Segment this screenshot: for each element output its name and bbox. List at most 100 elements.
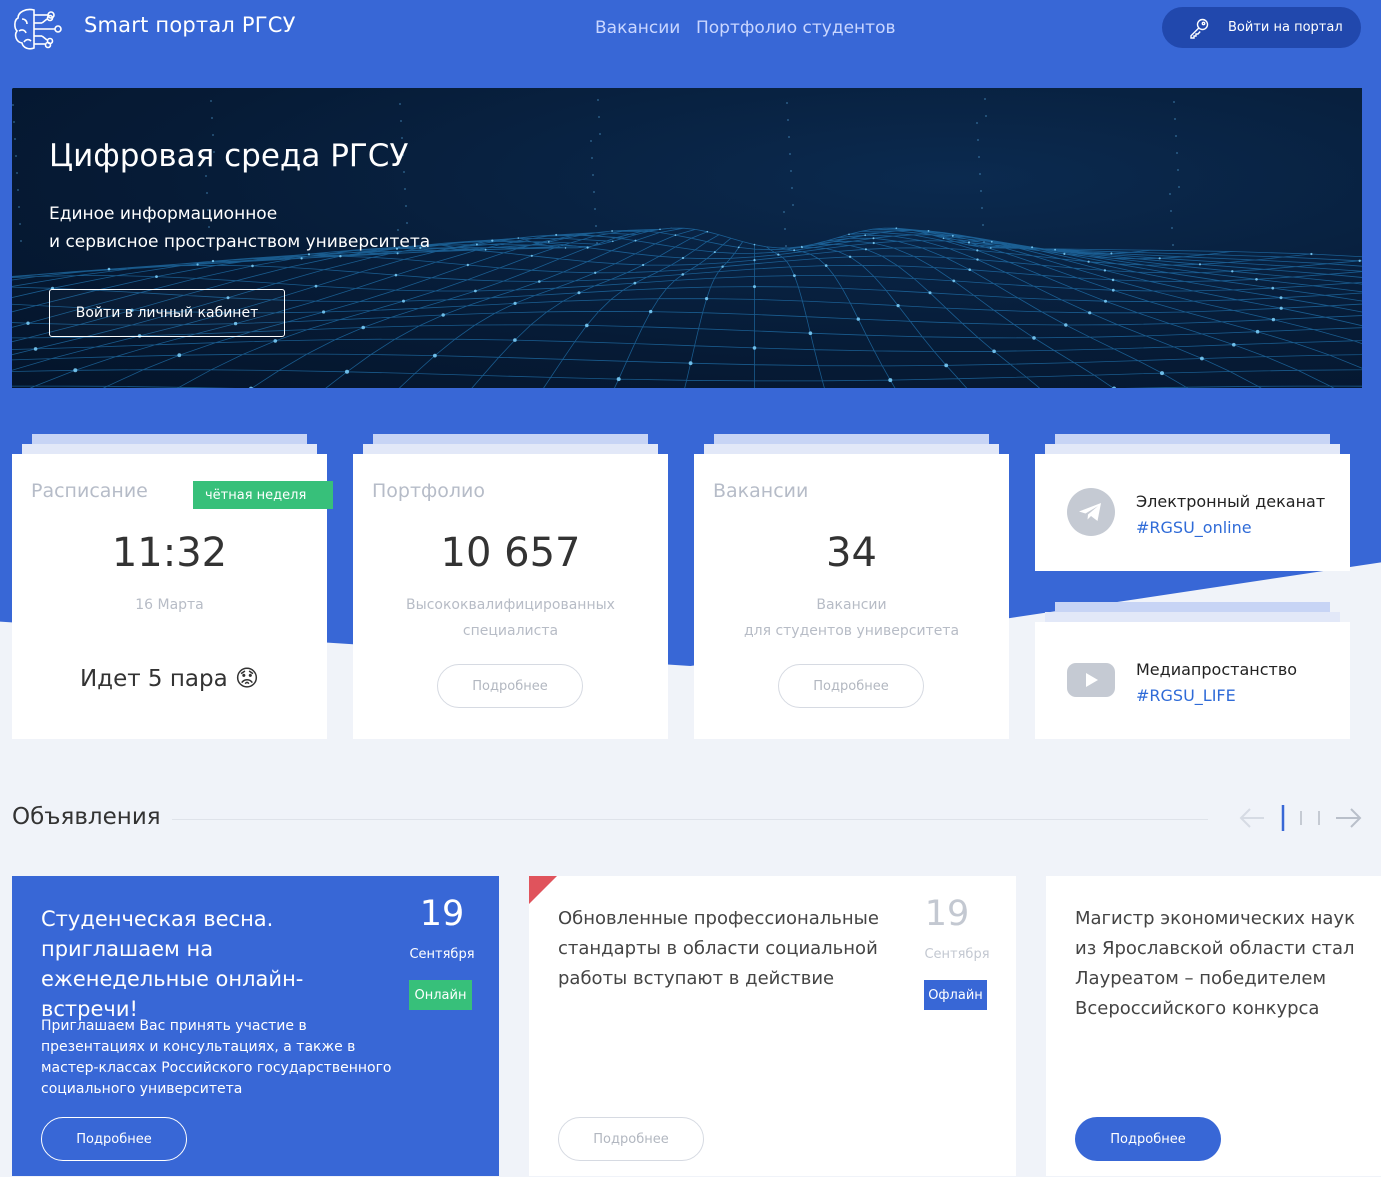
mesh-node xyxy=(484,248,487,251)
mesh-node xyxy=(441,313,445,317)
vacancies-card[interactable]: Вакансии 34 Вакансии для студентов униве… xyxy=(694,454,1009,739)
star-particle xyxy=(593,191,595,193)
announcement-card[interactable]: Магистр экономических наук из Ярославско… xyxy=(1046,876,1381,1176)
mesh-node xyxy=(196,263,199,266)
mesh-node xyxy=(466,263,469,267)
star-particle xyxy=(590,140,592,142)
arrow-left-icon[interactable] xyxy=(1238,800,1266,836)
mesh-node xyxy=(1111,288,1115,292)
star-particle xyxy=(400,120,402,122)
even-week-badge: чётная неделя xyxy=(193,481,333,509)
corner-marker xyxy=(529,876,557,904)
mesh-node xyxy=(586,246,589,249)
star-particle xyxy=(983,241,985,243)
mesh-node xyxy=(864,248,868,251)
announcement-month: Сентября xyxy=(409,947,475,962)
mesh-node xyxy=(990,247,992,249)
media-tag-link[interactable]: #RGSU_LIFE xyxy=(1136,686,1236,705)
mesh-node xyxy=(491,239,494,242)
arrow-right-icon[interactable] xyxy=(1334,800,1364,836)
star-particle xyxy=(1175,135,1177,137)
mesh-node xyxy=(517,237,520,239)
mesh-node xyxy=(968,268,971,271)
mesh-node xyxy=(942,237,945,240)
star-particle xyxy=(592,174,594,176)
announcement-day: 19 xyxy=(419,894,465,934)
announcements-divider xyxy=(172,819,1208,820)
mesh-node xyxy=(177,353,182,358)
vacancies-caption-line1: Вакансии xyxy=(816,597,887,613)
nav-vacancies[interactable]: Вакансии xyxy=(595,18,680,38)
mesh-node xyxy=(361,325,366,330)
announcement-more-button[interactable]: Подробнее xyxy=(41,1117,187,1161)
mesh-node xyxy=(564,247,567,249)
mesh-node xyxy=(951,234,954,237)
vacancies-caption-line2: для студентов университета xyxy=(743,623,960,639)
current-pair: Идет 5 пара 😟 xyxy=(12,666,327,692)
star-particle xyxy=(784,228,786,230)
mesh-node xyxy=(721,265,724,268)
schedule-time: 11:32 xyxy=(111,530,228,576)
mesh-node xyxy=(856,317,860,321)
announcement-card[interactable]: Студенческая весна. приглашаем на еженед… xyxy=(12,876,499,1176)
star-particle xyxy=(212,134,214,136)
portal-login-button[interactable]: Войти на портал xyxy=(1162,7,1361,48)
deanery-tag-link[interactable]: #RGSU_online xyxy=(1136,518,1252,537)
mesh-node xyxy=(1271,317,1276,322)
star-particle xyxy=(982,224,984,226)
mesh-node xyxy=(555,233,558,236)
announcement-more-button[interactable]: Подробнее xyxy=(1075,1117,1221,1161)
mesh-node xyxy=(808,331,813,335)
mesh-node xyxy=(474,289,477,293)
hero-banner: Цифровая среда РГСУ Единое информационно… xyxy=(12,88,1362,388)
mesh-node xyxy=(872,241,875,245)
deanery-card[interactable]: Электронный деканат #RGSU_online xyxy=(1035,454,1350,571)
mesh-node xyxy=(433,353,437,358)
mesh-node xyxy=(1231,270,1234,273)
hero-subtitle-line2: и сервисное пространством университета xyxy=(49,232,431,252)
carousel-pager[interactable] xyxy=(1278,800,1322,836)
portfolio-more-button[interactable]: Подробнее xyxy=(437,664,583,708)
star-particle xyxy=(19,223,21,225)
nav-student-portfolio[interactable]: Портфолио студентов xyxy=(696,18,896,38)
star-particle xyxy=(792,204,794,206)
brain-logo-icon[interactable] xyxy=(12,6,62,52)
mesh-node xyxy=(1200,356,1204,361)
mesh-node xyxy=(793,274,796,277)
portfolio-card[interactable]: Портфолио 10 657 Высококвалифицированных… xyxy=(353,454,668,739)
star-particle xyxy=(1177,169,1179,171)
mesh-node xyxy=(1279,306,1283,310)
mesh-node xyxy=(322,310,326,314)
vacancies-more-button[interactable]: Подробнее xyxy=(778,664,924,708)
mesh-node xyxy=(976,249,979,252)
announcement-more-button[interactable]: Подробнее xyxy=(558,1117,704,1161)
announcement-card[interactable]: Обновленные профессиональные стандарты в… xyxy=(529,876,1016,1176)
mesh-node xyxy=(649,309,653,314)
mesh-node xyxy=(1032,336,1036,340)
personal-account-button[interactable]: Войти в личный кабинет xyxy=(49,289,285,337)
mesh-node xyxy=(612,240,614,243)
announcement-title: Магистр экономических наук из Ярославско… xyxy=(1075,908,1355,1019)
star-particle xyxy=(17,189,19,191)
mesh-node xyxy=(1279,296,1283,300)
mesh-node xyxy=(530,254,533,257)
mesh-node xyxy=(1232,342,1236,347)
worried-face-icon: 😟 xyxy=(235,666,260,692)
star-particle xyxy=(783,211,785,213)
mesh-node xyxy=(681,273,685,276)
star-particle xyxy=(14,138,16,140)
mesh-node xyxy=(633,281,637,285)
schedule-card[interactable]: Расписание чётная неделя 11:32 16 Марта … xyxy=(12,454,333,739)
media-card[interactable]: Медиапростанство #RGSU_LIFE xyxy=(1035,622,1350,739)
mesh-node xyxy=(927,230,930,232)
mesh-node xyxy=(273,339,278,343)
mesh-node xyxy=(864,234,867,237)
mesh-node xyxy=(706,230,709,233)
mesh-node xyxy=(801,246,803,249)
star-particle xyxy=(13,121,15,123)
star-particle xyxy=(788,136,790,138)
star-particle xyxy=(786,102,788,104)
current-pair-text: Идет 5 пара xyxy=(79,666,228,692)
mesh-node xyxy=(753,259,756,262)
portfolio-label: Портфолио xyxy=(372,480,486,502)
